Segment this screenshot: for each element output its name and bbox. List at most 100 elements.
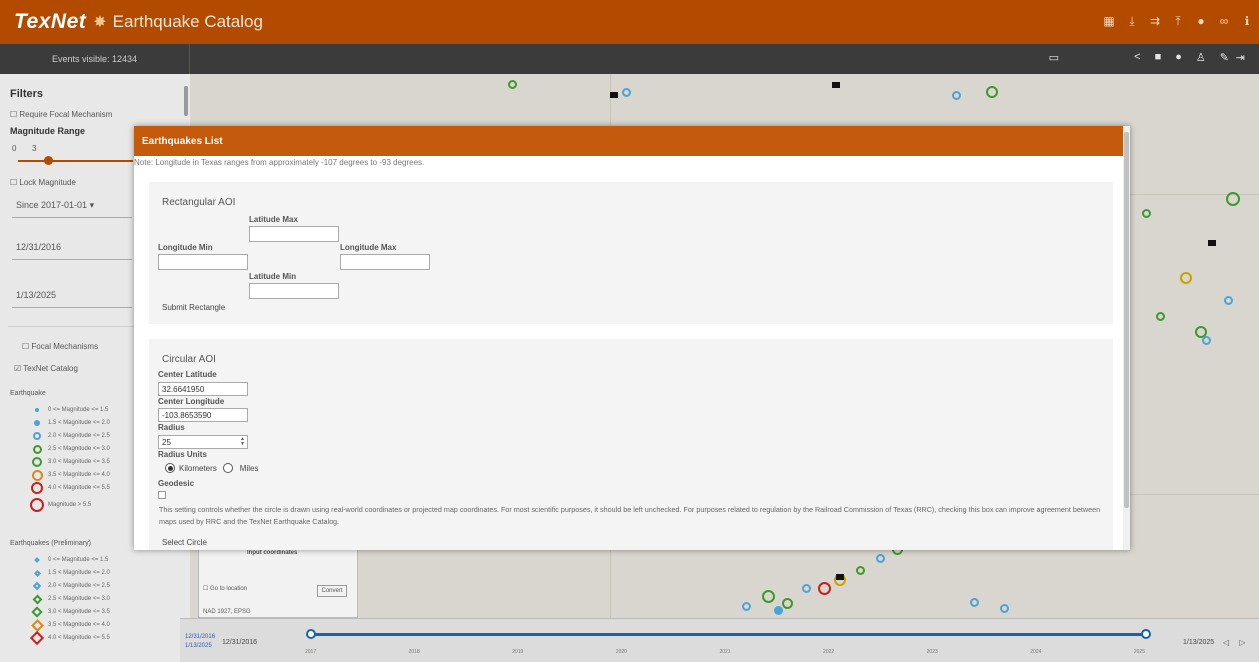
well-marker[interactable] — [1208, 240, 1216, 246]
texnet-catalog-checkbox[interactable]: ☑ TexNet Catalog — [14, 364, 78, 373]
earthquake-marker[interactable] — [1142, 209, 1151, 218]
layers-icon[interactable]: ▦ — [1103, 13, 1115, 29]
user-icon[interactable]: ♙ — [1196, 51, 1206, 64]
circle-tool-icon[interactable]: ● — [1175, 51, 1182, 64]
prelim-legend-item: 4.0 < Magnitude <= 5.5 — [29, 630, 110, 646]
latitude-max-label: Latitude Max — [249, 215, 298, 224]
edit-icon[interactable]: ✎ — [1220, 51, 1229, 64]
texnet-catalog-label: TexNet Catalog — [23, 364, 78, 373]
exit-icon[interactable]: ⇥ — [1236, 51, 1245, 64]
info-icon[interactable]: ℹ — [1241, 13, 1253, 29]
earthquake-marker[interactable] — [622, 88, 631, 97]
timeline-range-start[interactable]: 12/31/2016 — [185, 633, 215, 642]
location-icon[interactable]: ● — [1195, 13, 1207, 29]
basemap-icon[interactable]: ▭ — [1049, 51, 1059, 64]
center-longitude-label: Center Longitude — [158, 397, 225, 406]
modal-scrollbar[interactable] — [1123, 126, 1130, 550]
timeline-range-end[interactable]: 1/13/2025 — [185, 642, 215, 651]
timeline-year-label: 2021 — [719, 649, 731, 655]
select-circle-button[interactable]: Select Circle — [162, 538, 207, 547]
brand-logo[interactable]: TexNet — [14, 10, 86, 34]
geodesic-checkbox[interactable] — [158, 491, 166, 499]
earthquake-marker[interactable] — [818, 582, 831, 595]
miles-radio[interactable] — [222, 463, 233, 473]
end-date-value: 1/13/2025 — [16, 290, 57, 300]
go-to-location-checkbox[interactable]: ☐ Go to location — [203, 585, 247, 592]
upload-icon[interactable]: ⤒ — [1172, 13, 1184, 29]
magnitude-circle-icon — [30, 420, 44, 426]
share-map-icon[interactable]: < — [1134, 51, 1140, 64]
well-marker[interactable] — [836, 574, 844, 580]
earthquake-marker[interactable] — [1180, 272, 1192, 284]
radius-spinner-icon[interactable]: ▲ ▼ — [240, 437, 245, 447]
lock-magnitude-checkbox[interactable]: ☐ Lock Magnitude — [10, 178, 76, 187]
sidebar-scrollbar[interactable] — [184, 86, 188, 116]
earthquake-marker[interactable] — [970, 598, 979, 607]
timeline-slider[interactable] — [311, 633, 1145, 636]
start-date-field[interactable]: 12/31/2016 — [12, 234, 132, 260]
earthquake-marker[interactable] — [1000, 604, 1009, 613]
radius-label: Radius — [158, 423, 185, 432]
link-icon[interactable]: ∞ — [1218, 13, 1230, 29]
prelim-legend-heading: Earthquakes (Preliminary) — [10, 540, 91, 547]
earthquake-marker[interactable] — [742, 602, 751, 611]
since-select[interactable]: Since 2017-01-01 ▾ — [12, 192, 132, 218]
share-icon[interactable]: ⇉ — [1149, 13, 1161, 29]
timeline-prev-icon[interactable]: ◁ — [1223, 638, 1229, 647]
kilometers-radio[interactable] — [165, 463, 175, 473]
modal-header[interactable]: Earthquakes List — [134, 126, 1130, 156]
center-latitude-input[interactable] — [158, 382, 248, 396]
circular-aoi-section: Circular AOI Center Latitude Center Long… — [149, 339, 1113, 550]
earthquake-legend-heading: Earthquake — [10, 390, 46, 397]
rectangular-aoi-section: Rectangular AOI Latitude Max Longitude M… — [149, 182, 1113, 324]
geodesic-description: This setting controls whether the circle… — [159, 505, 1101, 526]
earthquake-marker[interactable] — [1224, 296, 1233, 305]
earthquake-marker[interactable] — [1156, 312, 1165, 321]
latitude-max-input[interactable] — [249, 226, 339, 242]
map-tools-right: < ■ ● ♙ ✎ — [1134, 51, 1229, 64]
timeline-year-label: 2018 — [408, 649, 420, 655]
earthquake-marker[interactable] — [876, 554, 885, 563]
earthquake-marker[interactable] — [986, 86, 998, 98]
earthquake-marker[interactable] — [1202, 336, 1211, 345]
coordinate-panel: Input coordinates ☐ Go to location Conve… — [198, 548, 358, 618]
prelim-legend-item: 1.5 < Magnitude <= 2.0 — [30, 567, 110, 579]
timeline-play-icon[interactable]: ▷ — [1239, 638, 1245, 647]
well-marker[interactable] — [832, 82, 840, 88]
table-icon[interactable]: ■ — [1155, 51, 1162, 64]
end-date-field[interactable]: 1/13/2025 — [12, 282, 132, 308]
timeline-years: 2017 2018 2019 2020 2021 2022 2023 2024 2025 — [305, 649, 1145, 655]
earthquake-marker[interactable] — [856, 566, 865, 575]
well-marker[interactable] — [610, 92, 618, 98]
submit-rectangle-button[interactable]: Submit Rectangle — [162, 303, 225, 312]
prelim-legend-item: 3.0 < Magnitude <= 3.5 — [30, 606, 110, 618]
radius-field: ▲▼ — [158, 435, 248, 449]
magnitude-slider[interactable] — [18, 160, 133, 162]
earthquake-marker[interactable] — [508, 80, 517, 89]
timeline-bar: 12/31/2016 1/13/2025 12/31/2016 2017 2018… — [180, 618, 1259, 662]
radius-input[interactable] — [158, 435, 248, 449]
latitude-min-input[interactable] — [249, 283, 339, 299]
earthquake-marker[interactable] — [762, 590, 775, 603]
longitude-max-input[interactable] — [340, 254, 430, 270]
center-longitude-input[interactable] — [158, 408, 248, 422]
require-focal-checkbox[interactable]: ☐ Require Focal Mechanism — [10, 110, 112, 119]
earthquake-marker[interactable] — [782, 598, 793, 609]
earthquake-marker[interactable] — [952, 91, 961, 100]
timeline-start-handle[interactable] — [306, 629, 316, 639]
magnitude-circle-icon — [30, 482, 44, 494]
rectangular-aoi-title: Rectangular AOI — [162, 197, 236, 208]
magnitude-circle-icon — [30, 432, 44, 440]
longitude-min-input[interactable] — [158, 254, 248, 270]
convert-button[interactable]: Convert — [317, 585, 347, 597]
timeline-end-handle[interactable] — [1141, 629, 1151, 639]
earthquake-marker[interactable] — [774, 606, 783, 615]
download-icon[interactable]: ⤓ — [1126, 13, 1138, 29]
modal-scrollbar-thumb[interactable] — [1124, 132, 1129, 508]
earthquake-marker[interactable] — [802, 584, 811, 593]
focal-mechanisms-checkbox[interactable]: ☐ Focal Mechanisms — [22, 342, 98, 351]
magnitude-slider-handle[interactable] — [44, 156, 53, 165]
earthquake-marker[interactable] — [1226, 192, 1240, 206]
prelim-legend-item: 0 <= Magnitude <= 1.5 — [30, 554, 108, 566]
legend-label: 3.5 < Magnitude <= 4.0 — [48, 622, 110, 628]
